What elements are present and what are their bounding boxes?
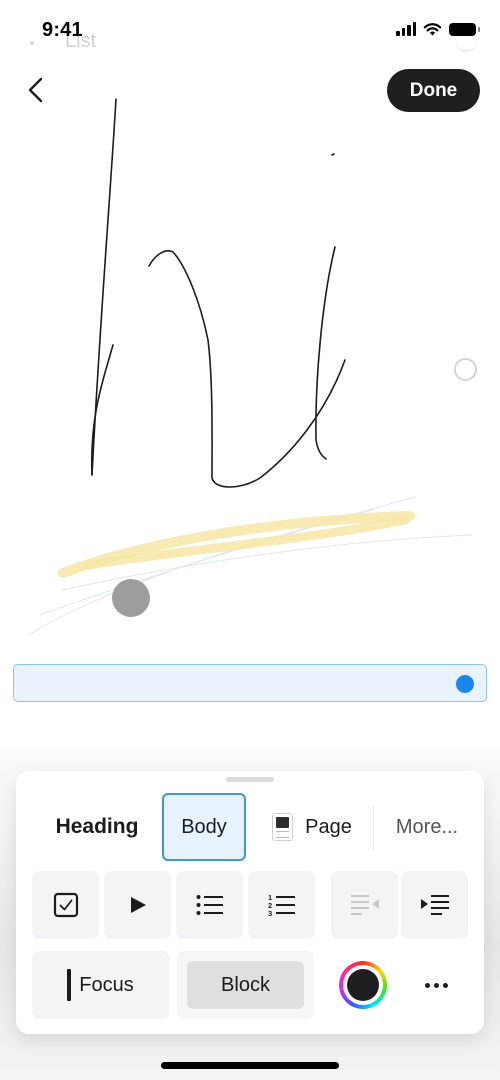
checkbox-button[interactable] [32, 871, 99, 939]
current-color-swatch [347, 969, 379, 1001]
block-button-container: Block [177, 951, 314, 1019]
color-picker-button[interactable] [339, 961, 387, 1009]
ink-stroke-i-stem [315, 246, 336, 460]
style-heading-button[interactable]: Heading [42, 793, 152, 861]
ghost-bullet [30, 41, 34, 45]
cellular-signal-icon [396, 22, 416, 36]
ink-stroke-h-stem [91, 98, 117, 476]
focus-cursor-icon [67, 969, 72, 1001]
selected-text-block[interactable] [13, 664, 487, 702]
focus-button[interactable]: Focus [32, 951, 169, 1019]
status-bar: List 9:41 [0, 0, 500, 60]
block-drag-handle[interactable] [456, 675, 474, 693]
ink-stroke-h-arch [148, 250, 346, 488]
block-button[interactable]: Block [187, 961, 304, 1009]
resize-handle[interactable] [454, 358, 477, 381]
style-more-button[interactable]: More... [382, 793, 472, 861]
outdent-button[interactable] [331, 871, 398, 939]
svg-text:3: 3 [268, 909, 272, 917]
formatting-sheet: Heading Body Page More... 1 2 3 Focus Bl… [16, 771, 484, 1034]
sheet-grabber[interactable] [226, 777, 274, 782]
done-button[interactable]: Done [387, 69, 480, 112]
more-options-button[interactable] [408, 951, 464, 1019]
style-divider [373, 805, 374, 851]
ellipsis-icon-dot [424, 982, 430, 988]
highlighter-strokes [58, 511, 415, 578]
indent-button[interactable] [401, 871, 468, 939]
outdent-icon [350, 895, 379, 915]
drawing-canvas[interactable] [0, 0, 500, 760]
page-icon [272, 813, 294, 841]
ellipsis-icon-dot [433, 982, 439, 988]
color-ring-gap [343, 965, 383, 1005]
wifi-icon [423, 23, 442, 36]
toggle-button[interactable] [104, 871, 171, 939]
numbered-list-button[interactable]: 1 2 3 [248, 871, 315, 939]
text-style-row: Heading Body Page More... [16, 793, 484, 861]
battery-icon [449, 22, 480, 36]
status-icons [396, 22, 480, 36]
status-time: 9:41 [42, 19, 83, 41]
checkbox-icon [53, 892, 78, 918]
style-page-label: Page [305, 815, 352, 838]
bulleted-list-icon [196, 895, 223, 915]
chevron-left-icon [28, 77, 43, 103]
numbered-list-icon: 1 2 3 [268, 893, 295, 917]
ink-strokes [90, 98, 346, 488]
pencil-cursor [112, 579, 150, 617]
focus-label: Focus [79, 973, 134, 996]
style-page-button[interactable]: Page [262, 793, 362, 861]
back-button[interactable] [22, 73, 52, 107]
bulleted-list-button[interactable] [176, 871, 243, 939]
indent-icon [420, 895, 449, 915]
mode-row: Focus Block [16, 951, 484, 1019]
ink-stroke-i-dot [331, 153, 335, 156]
ellipsis-icon-dot [442, 982, 448, 988]
style-body-button[interactable]: Body [162, 793, 246, 861]
play-triangle-icon [130, 897, 146, 913]
home-indicator[interactable] [161, 1062, 339, 1069]
